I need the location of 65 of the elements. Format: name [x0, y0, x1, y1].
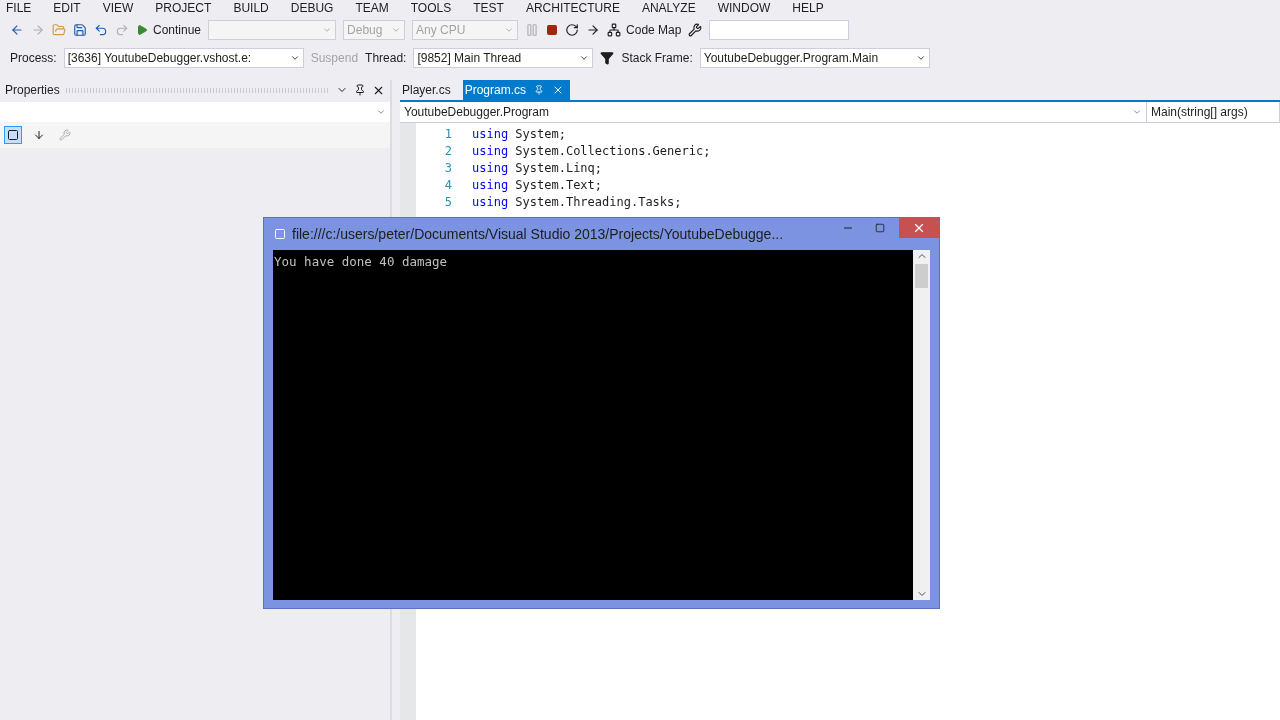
forward-icon[interactable]: [31, 23, 45, 37]
pause-icon[interactable]: [525, 23, 540, 37]
wrench-icon[interactable]: [688, 23, 703, 37]
menu-item[interactable]: WINDOW: [713, 1, 789, 15]
menu-item[interactable]: FILE: [2, 1, 50, 15]
diagram-icon: [607, 23, 622, 37]
startup-combo[interactable]: [208, 20, 337, 40]
play-icon: [136, 24, 148, 36]
line-number: 4: [443, 177, 453, 192]
close-icon: [912, 221, 926, 235]
menu-item[interactable]: ARCHITECTURE: [521, 1, 638, 15]
menu-item[interactable]: DEBUG: [286, 1, 352, 15]
caret-icon[interactable]: [915, 53, 926, 63]
line-number: 2: [443, 143, 453, 158]
filter-icon[interactable]: [600, 51, 615, 65]
window-title: file:///c:/users/peter/Documents/Visual Studio 2013/Projects/YoutubeDebugge...: [292, 226, 784, 242]
process-combo[interactable]: [3636] YoutubeDebugger.vshost.e:: [63, 48, 304, 68]
caret-icon[interactable]: [289, 53, 300, 63]
code-line: using System.Linq;: [472, 160, 603, 175]
code-line: using System.Collections.Generic;: [472, 143, 711, 158]
code-map-button[interactable]: Code Map: [607, 23, 682, 37]
menu-item[interactable]: TOOLS: [406, 1, 470, 15]
file-tab[interactable]: Player.cs: [400, 80, 457, 100]
type-combo[interactable]: YoutubeDebugger.Program: [400, 102, 1147, 122]
pin-icon[interactable]: [354, 84, 366, 96]
menu-item[interactable]: BUILD: [229, 1, 287, 15]
line-number: 1: [443, 126, 453, 141]
stack-frame-combo[interactable]: YoutubeDebugger.Program.Main: [699, 48, 930, 68]
menu-item[interactable]: ANALYZE: [637, 1, 714, 15]
save-icon[interactable]: [73, 23, 87, 37]
menu-item[interactable]: TEST: [469, 1, 522, 15]
thread-label: Thread:: [365, 51, 407, 65]
caret-icon[interactable]: [579, 53, 590, 63]
restart-icon[interactable]: [565, 23, 580, 37]
thread-combo[interactable]: [9852] Main Thread: [413, 48, 594, 68]
menu-item[interactable]: VIEW: [98, 1, 152, 15]
scroll-thumb[interactable]: [915, 264, 928, 288]
console-output: You have done 40 damage: [274, 254, 448, 269]
caret-icon[interactable]: [1132, 107, 1142, 117]
folder-icon[interactable]: [52, 23, 66, 37]
line-number: 5: [443, 194, 453, 209]
menu-item[interactable]: HELP: [788, 1, 842, 15]
back-icon[interactable]: [10, 23, 24, 37]
console-icon: [274, 228, 286, 240]
member-combo[interactable]: Main(string[] args): [1147, 102, 1280, 122]
code-line: using System;: [472, 126, 566, 141]
undo-icon[interactable]: [94, 23, 108, 37]
stop-icon[interactable]: [546, 24, 559, 36]
process-label: Process:: [10, 51, 57, 65]
code-line: using System.Threading.Tasks;: [472, 194, 682, 209]
redo-icon[interactable]: [115, 23, 129, 37]
line-number: 3: [443, 160, 453, 175]
arrow-icon[interactable]: [586, 23, 601, 37]
menu-item[interactable]: PROJECT: [151, 1, 230, 15]
maximize-icon: [875, 223, 885, 233]
menu-item[interactable]: EDIT: [49, 1, 99, 15]
search-field[interactable]: [709, 20, 850, 40]
close-button[interactable]: [899, 218, 939, 238]
continue-button[interactable]: Continue: [136, 23, 202, 37]
panel-title: Properties: [5, 83, 60, 97]
caret-icon[interactable]: [376, 107, 386, 117]
scrollbar[interactable]: [913, 250, 930, 600]
stack-frame-label: Stack Frame:: [621, 51, 693, 65]
menu-item[interactable]: TEAM: [351, 1, 407, 15]
code-line: using System.Text;: [472, 177, 603, 192]
